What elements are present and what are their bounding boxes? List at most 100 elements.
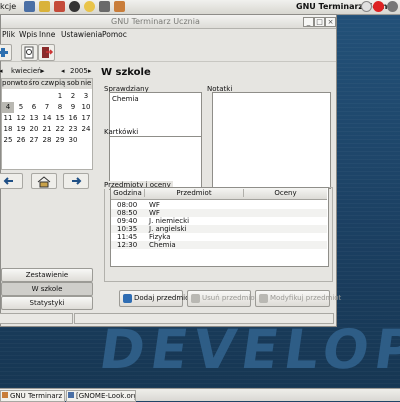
calendar-day[interactable]: 14 (41, 113, 53, 124)
table-row[interactable]: 08:50 WF (111, 209, 327, 217)
calendar-day[interactable]: 10 (80, 102, 92, 113)
exit-door-icon (42, 47, 54, 58)
prev-year-icon[interactable]: ◂ (61, 67, 65, 75)
col-hour[interactable]: Godzina (111, 189, 145, 197)
app-icon (2, 392, 8, 398)
menu-plik[interactable]: Plik (2, 30, 15, 39)
toolbar (0, 43, 336, 62)
panel-network-icon[interactable] (387, 1, 398, 12)
calendar-day[interactable]: 22 (54, 124, 66, 135)
notes-textarea[interactable] (212, 92, 331, 189)
top-panel: kcje GNU Terminarz Ucznia (0, 0, 400, 15)
plus-icon (0, 48, 8, 57)
launcher-smiley-icon[interactable] (84, 1, 95, 12)
minimize-icon[interactable]: _ (303, 17, 314, 27)
launcher-help-icon[interactable] (54, 1, 65, 12)
cell-hour: 08:50 (117, 209, 138, 217)
launcher-mail-icon[interactable] (39, 1, 50, 12)
remove-icon (191, 294, 200, 303)
add-entry-button[interactable] (0, 44, 12, 61)
calendar-grid[interactable]: pon wto śro czw pią sob nie 1 2 3 4 5 6 7 8 9 10 1… (1, 78, 93, 170)
weekday: sob (67, 79, 80, 87)
launcher-notes-icon[interactable] (114, 1, 125, 12)
panel-menu-fragment[interactable]: kcje (0, 2, 16, 11)
calendar-day[interactable]: 20 (28, 124, 40, 135)
calendar-day[interactable]: 30 (67, 135, 79, 146)
desktop-watermark: DEVELOPE (95, 318, 400, 381)
calendar-day[interactable]: 7 (41, 102, 53, 113)
summary-button[interactable]: Zestawienie (1, 268, 93, 282)
calendar-day[interactable]: 8 (54, 102, 66, 113)
window-title: GNU Terminarz Ucznia (111, 17, 200, 26)
prev-month-icon[interactable]: ◂ (0, 67, 3, 75)
calendar-day[interactable]: 25 (2, 135, 14, 146)
prev-day-button[interactable] (0, 173, 23, 189)
table-row[interactable]: 11:45 Fizyka (111, 233, 327, 241)
tests-item[interactable]: Chemia (112, 95, 139, 103)
table-row[interactable]: 10:35 J. angielski (111, 225, 327, 233)
next-month-icon[interactable]: ▸ (41, 67, 45, 75)
calendar-day[interactable]: 28 (41, 135, 53, 146)
panel-status-icon[interactable] (361, 1, 372, 12)
calendar-day[interactable]: 13 (28, 113, 40, 124)
col-subject[interactable]: Przedmiot (145, 189, 244, 197)
launcher-browser-icon[interactable] (24, 1, 35, 12)
task-terminarz[interactable]: GNU Terminarz Uczn (0, 390, 65, 402)
calendar-day[interactable]: 23 (67, 124, 79, 135)
edit-icon (259, 294, 268, 303)
calendar-day-selected[interactable]: 4 (2, 102, 14, 113)
modify-subject-button[interactable]: Modyfikuj przedmiot (255, 290, 341, 307)
cell-hour: 11:45 (117, 233, 138, 241)
next-year-icon[interactable]: ▸ (88, 67, 92, 75)
add-subject-button[interactable]: Dodaj przedmiot (119, 290, 192, 307)
calendar-day[interactable]: 2 (67, 91, 79, 102)
calendar-day[interactable]: 21 (41, 124, 53, 135)
table-row[interactable]: 09:40 J. niemiecki (111, 217, 327, 225)
browser-icon (68, 392, 74, 398)
remove-subject-button[interactable]: Usuń przedmiot (187, 290, 257, 307)
launcher-media-icon[interactable] (69, 1, 80, 12)
calendar-day[interactable]: 3 (80, 91, 92, 102)
exit-button[interactable] (38, 44, 55, 61)
task-gnome-look[interactable]: [GNOME-Look.org - (66, 390, 136, 402)
calendar-day[interactable]: 12 (15, 113, 27, 124)
next-day-button[interactable] (63, 173, 89, 189)
window-titlebar[interactable]: GNU Terminarz Ucznia _ □ × (1, 15, 336, 29)
at-school-button[interactable]: W szkole (1, 282, 93, 296)
col-grades[interactable]: Oceny (244, 189, 327, 197)
calendar-day[interactable]: 19 (15, 124, 27, 135)
calendar-day[interactable]: 18 (2, 124, 14, 135)
year-label: 2005 (70, 67, 88, 75)
panel-alert-icon[interactable] (373, 1, 384, 12)
table-row[interactable]: 08:00 WF (111, 201, 327, 209)
close-icon[interactable]: × (325, 17, 336, 27)
maximize-icon[interactable]: □ (314, 17, 325, 27)
calendar-day[interactable]: 17 (80, 113, 92, 124)
search-doc-icon (24, 46, 34, 59)
preview-button[interactable] (21, 44, 38, 61)
calendar-day[interactable]: 1 (54, 91, 66, 102)
weekday: nie (80, 79, 92, 87)
calendar-day[interactable]: 9 (67, 102, 79, 113)
table-row[interactable]: 12:30 Chemia (111, 241, 327, 249)
calendar-day[interactable]: 6 (28, 102, 40, 113)
stats-button[interactable]: Statystyki (1, 296, 93, 310)
launcher-terminal-icon[interactable] (99, 1, 110, 12)
calendar-day[interactable]: 11 (2, 113, 14, 124)
cell-subject: J. niemiecki (149, 217, 190, 225)
weekday: wto (15, 79, 28, 87)
cell-subject: WF (149, 201, 160, 209)
calendar-day[interactable]: 27 (28, 135, 40, 146)
menu-ustawienia[interactable]: Ustawienia (61, 30, 102, 39)
calendar-day[interactable]: 24 (80, 124, 92, 135)
calendar-day[interactable]: 16 (67, 113, 79, 124)
weekday: śro (28, 79, 40, 87)
menu-wpis[interactable]: Wpis (19, 30, 37, 39)
today-button[interactable] (31, 173, 57, 189)
calendar-day[interactable]: 26 (15, 135, 27, 146)
menu-pomoc[interactable]: Pomoc (102, 30, 127, 39)
calendar-day[interactable]: 5 (15, 102, 27, 113)
calendar-day[interactable]: 29 (54, 135, 66, 146)
calendar-day[interactable]: 15 (54, 113, 66, 124)
menu-inne[interactable]: Inne (39, 30, 55, 39)
